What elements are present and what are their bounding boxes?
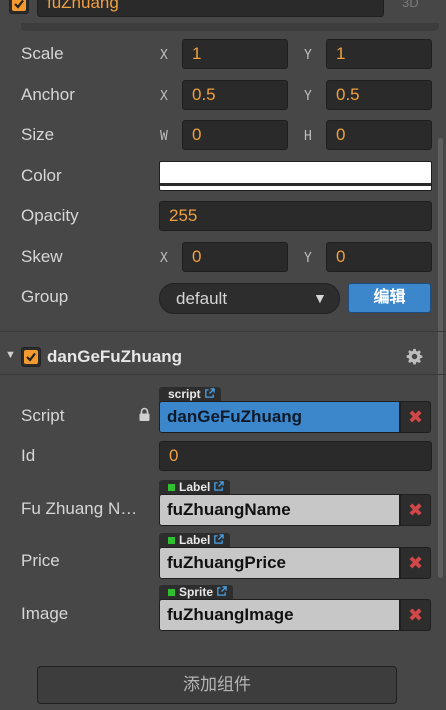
group-select-value: default [176, 289, 228, 308]
group-label: Group [21, 287, 69, 306]
scrollbar-thumb[interactable] [438, 138, 443, 578]
node-name-input[interactable]: fuZhuang [37, 0, 384, 17]
color-swatch[interactable] [159, 161, 432, 191]
checkmark-icon [24, 350, 38, 364]
price-delete-icon[interactable]: ✖ [400, 547, 431, 579]
skew-label: Skew [21, 247, 63, 266]
script-asset-field[interactable]: danGeFuZhuang [159, 401, 400, 433]
group-select[interactable]: default ▼ [159, 283, 340, 314]
price-label: Price [21, 551, 60, 570]
price-field[interactable]: fuZhuangPrice [159, 547, 400, 579]
component-enabled-checkbox[interactable] [21, 347, 41, 367]
script-label: Script [21, 406, 65, 425]
skew-y-input[interactable]: 0 [326, 242, 432, 272]
open-link-icon[interactable] [213, 534, 225, 545]
size-h-axis-label: H [304, 129, 312, 144]
type-text: Label [179, 480, 211, 494]
alpha-bar [160, 183, 431, 186]
anchor-x-axis-label: X [160, 89, 168, 104]
fuzhuang-name-field[interactable]: fuZhuangName [159, 494, 400, 526]
image-label: Image [21, 604, 69, 623]
script-delete-icon[interactable]: ✖ [400, 401, 431, 433]
divider [21, 23, 439, 31]
open-link-icon[interactable] [213, 481, 225, 492]
anchor-y-input[interactable]: 0.5 [326, 80, 432, 110]
header-divider [0, 374, 446, 375]
component-title: danGeFuZhuang [47, 347, 183, 366]
open-link-icon[interactable] [204, 388, 215, 399]
scale-y-axis-label: Y [304, 48, 312, 63]
collapse-arrow-icon[interactable]: ▼ [5, 349, 16, 361]
id-input[interactable]: 0 [159, 441, 432, 471]
skew-x-input[interactable]: 0 [182, 242, 288, 272]
fuzhuang-name-delete-icon[interactable]: ✖ [400, 494, 431, 526]
badge-3d[interactable]: 3D [402, 0, 419, 10]
anchor-y-axis-label: Y [304, 89, 312, 104]
open-link-icon[interactable] [216, 586, 227, 597]
size-h-input[interactable]: 0 [326, 120, 432, 150]
section-divider [0, 331, 446, 332]
fuzhuang-name-label: Fu Zhuang N… [21, 499, 138, 518]
type-text: Label [179, 533, 211, 547]
opacity-input[interactable]: 255 [159, 201, 432, 231]
scale-y-input[interactable]: 1 [326, 39, 432, 69]
add-component-button[interactable]: 添加组件 [37, 666, 397, 704]
scale-x-axis-label: X [160, 48, 168, 63]
skew-x-axis-label: X [160, 251, 168, 266]
script-type-text: script [168, 387, 201, 401]
color-label: Color [21, 166, 62, 185]
id-label: Id [21, 446, 36, 465]
component-settings-gear-icon[interactable] [406, 348, 423, 370]
skew-y-axis-label: Y [304, 251, 312, 266]
lock-icon [138, 407, 151, 427]
size-w-input[interactable]: 0 [182, 120, 288, 150]
image-delete-icon[interactable]: ✖ [400, 599, 431, 631]
anchor-x-input[interactable]: 0.5 [182, 80, 288, 110]
checkmark-icon [12, 0, 26, 11]
scale-label: Scale [21, 44, 64, 63]
size-label: Size [21, 125, 55, 144]
group-edit-button[interactable]: 编辑 [348, 283, 431, 313]
dropdown-arrow-icon: ▼ [313, 290, 327, 306]
size-w-axis-label: W [160, 129, 168, 144]
anchor-label: Anchor [21, 85, 75, 104]
node-active-checkbox[interactable] [9, 0, 29, 14]
type-text: Sprite [179, 585, 214, 599]
image-field[interactable]: fuZhuangImage [159, 599, 400, 631]
opacity-label: Opacity [21, 206, 79, 225]
scale-x-input[interactable]: 1 [182, 39, 288, 69]
